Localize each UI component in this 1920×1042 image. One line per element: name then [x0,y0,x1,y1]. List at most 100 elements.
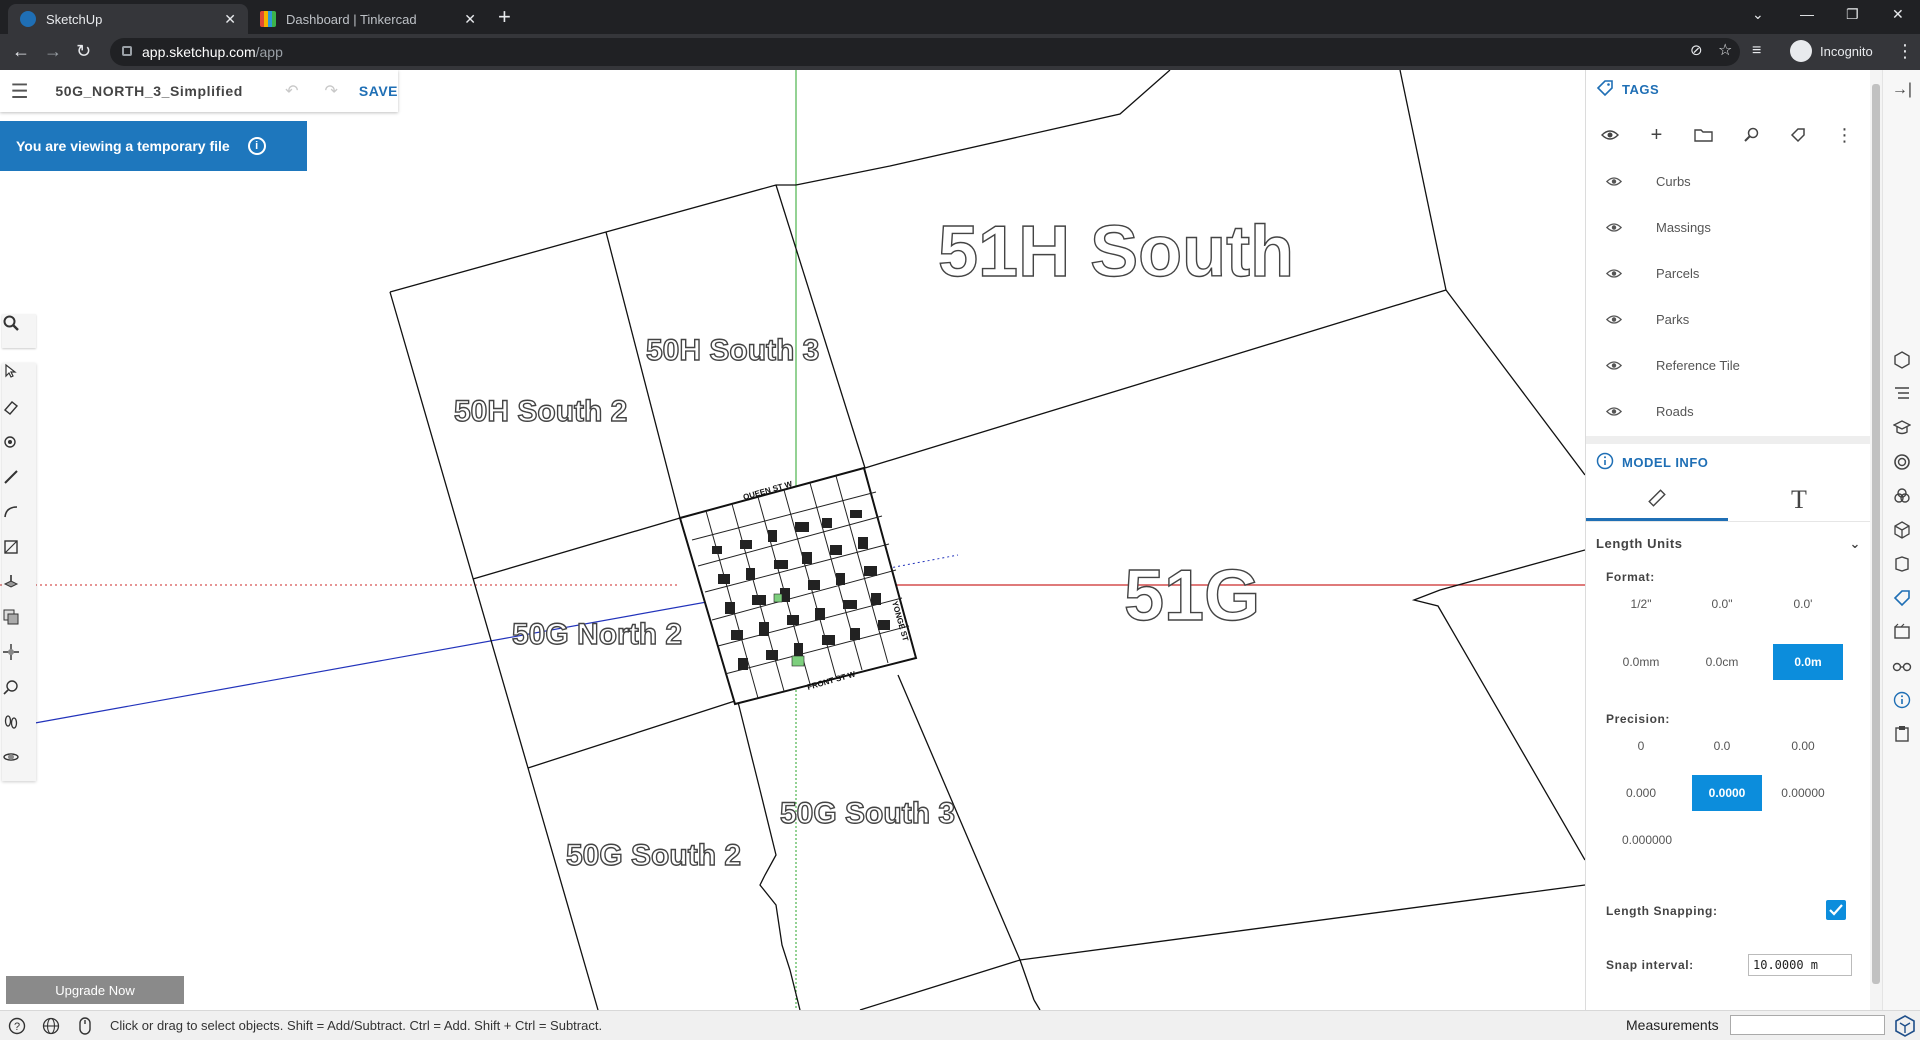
precision-option[interactable]: 0.0 [1687,728,1757,764]
file-name[interactable]: 50G_NORTH_3_Simplified [55,83,272,99]
push-pull-tool[interactable] [2,573,36,607]
plus-icon: + [1650,123,1663,146]
close-tab-icon[interactable]: ✕ [224,11,236,28]
restore-icon[interactable]: ❐ [1846,6,1859,23]
forward-icon[interactable]: → [44,42,62,60]
materials-icon[interactable] [1892,452,1912,472]
help-icon[interactable]: ? [0,1017,34,1035]
offset-tool[interactable] [2,608,36,642]
reload-icon[interactable]: ↻ [76,42,91,60]
eye-off-icon[interactable]: ⊘ [1690,42,1703,60]
format-option[interactable]: 0.0' [1768,586,1838,622]
select-tool[interactable] [2,363,36,397]
orbit-tool[interactable] [2,748,36,782]
tab-tinkercad[interactable]: Dashboard | Tinkercad ✕ [248,4,488,34]
snap-interval-input[interactable]: 10.0000 m [1748,954,1852,976]
length-units-section[interactable]: Length Units ⌄ [1596,536,1861,552]
format-option[interactable]: 0.0" [1687,586,1757,622]
precision-option-selected[interactable]: 0.0000 [1692,775,1762,811]
incognito-profile[interactable]: Incognito [1790,40,1873,62]
format-option[interactable]: 0.0cm [1687,644,1757,680]
precision-option[interactable]: 0.00 [1768,728,1838,764]
redo-icon[interactable]: ↷ [312,81,351,101]
entity-info-icon[interactable] [1892,350,1912,370]
url-field[interactable]: app.sketchup.com/app [110,38,1740,66]
scrollbar-thumb[interactable] [1872,84,1880,984]
precision-option[interactable]: 0.00000 [1768,775,1838,811]
tag-row[interactable]: Parcels [1586,250,1870,296]
collapse-panel-icon[interactable]: →| [1892,80,1912,100]
length-snapping-checkbox[interactable] [1826,900,1846,920]
format-option-selected[interactable]: 0.0m [1773,644,1843,680]
model-info-header[interactable]: MODEL INFO [1586,443,1870,481]
rectangle-icon [4,540,18,554]
3d-viewport[interactable]: QUEEN ST W YONGE ST FRONT ST W 51H South… [0,70,1585,1010]
3d-warehouse-icon[interactable] [1892,520,1912,540]
mouse-icon[interactable] [68,1016,102,1035]
tag-row[interactable]: Reference Tile [1586,342,1870,388]
more-options-button[interactable]: ⋮ [1821,125,1868,146]
panel-scrollbar[interactable] [1870,70,1882,1010]
eye-icon[interactable] [1586,268,1642,279]
measurements-input[interactable] [1730,1015,1885,1035]
tag-row[interactable]: Parks [1586,296,1870,342]
walk-tool[interactable] [2,713,36,747]
eye-icon[interactable] [1586,176,1642,187]
tag-row[interactable]: Roads [1586,388,1870,434]
eye-icon[interactable] [1586,222,1642,233]
tab-text[interactable]: T [1728,478,1870,521]
tag-icon [1596,79,1614,100]
tape-measure-tool[interactable] [2,678,36,712]
tags-header[interactable]: TAGS [1586,70,1870,108]
star-icon[interactable]: ☆ [1718,42,1732,60]
precision-option[interactable]: 0 [1606,728,1676,764]
info-icon[interactable]: i [247,137,266,155]
close-window-icon[interactable]: ✕ [1892,6,1904,23]
solid-inspector-icon[interactable] [1892,724,1912,744]
minimize-icon[interactable]: — [1800,6,1814,22]
tile-label-50g-north-2: 50G North 2 [512,618,682,651]
tag-row[interactable]: Massings [1586,204,1870,250]
menu-dots-icon[interactable]: ⋮ [1896,42,1914,60]
search-tags-button[interactable] [1727,127,1774,143]
rectangle-tool[interactable] [2,538,36,572]
globe-icon[interactable] [34,1017,68,1035]
eye-icon[interactable] [1586,406,1642,417]
tab-sketchup[interactable]: SketchUp ✕ [8,4,248,34]
save-button[interactable]: SAVE [359,83,398,99]
arc-tool[interactable] [2,503,36,537]
paint-tool[interactable] [2,433,36,467]
back-icon[interactable]: ← [12,42,30,60]
tab-units[interactable] [1586,478,1728,521]
upgrade-now-button[interactable]: Upgrade Now [6,976,184,1004]
tab-search-icon[interactable]: ⌄ [1752,6,1764,23]
format-option[interactable]: 1/2" [1606,586,1676,622]
tag-tool-button[interactable] [1774,127,1821,143]
add-tag-button[interactable]: + [1633,124,1680,147]
model-info-rail-icon[interactable] [1892,690,1912,710]
toggle-visibility-button[interactable] [1586,129,1633,141]
precision-option[interactable]: 0.000000 [1612,822,1682,858]
tags-rail-icon[interactable] [1892,588,1912,608]
instructor-icon[interactable] [1892,418,1912,438]
scenes-icon[interactable] [1892,622,1912,642]
display-glasses-icon[interactable] [1892,656,1912,676]
undo-icon[interactable]: ↶ [272,81,311,101]
pencil-tool[interactable] [2,468,36,502]
search-tool[interactable] [2,314,36,348]
hamburger-menu-icon[interactable]: ☰ [0,79,39,104]
eraser-tool[interactable] [2,398,36,432]
components-icon[interactable] [1892,486,1912,506]
add-folder-button[interactable] [1680,127,1727,143]
eye-icon[interactable] [1586,360,1642,371]
styles-icon[interactable] [1892,554,1912,574]
format-option[interactable]: 0.0mm [1606,644,1676,680]
eye-icon[interactable] [1586,314,1642,325]
close-tab-icon[interactable]: ✕ [464,11,476,28]
reading-list-icon[interactable]: ≡ [1752,42,1761,60]
move-tool[interactable] [2,643,36,677]
new-tab-icon[interactable]: + [498,6,511,28]
tag-row[interactable]: Curbs [1586,158,1870,204]
precision-option[interactable]: 0.000 [1606,775,1676,811]
outliner-icon[interactable] [1892,384,1912,404]
